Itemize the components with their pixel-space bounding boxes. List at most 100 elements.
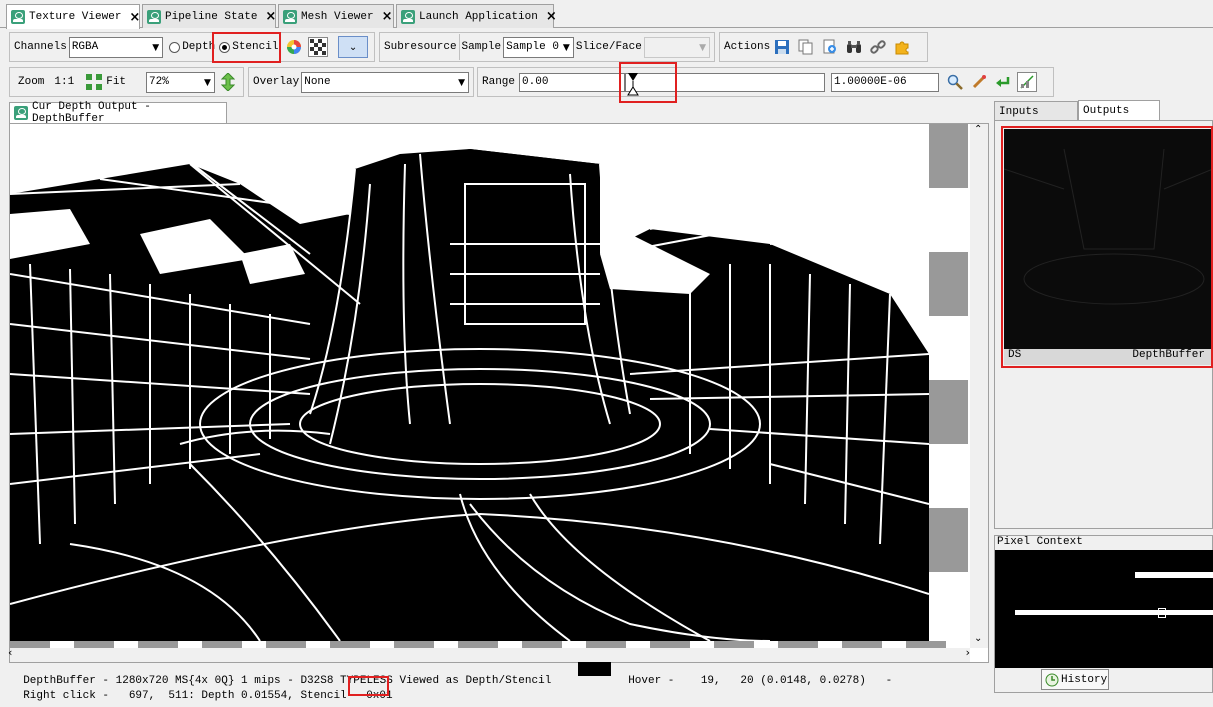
range-slider-highlight [619,62,677,103]
zoom-ratio-button[interactable]: 1:1 [54,76,74,88]
tab-label: Texture Viewer [29,11,122,23]
history-button[interactable]: History [1041,669,1109,690]
open-texture-icon[interactable] [820,37,840,57]
copy-icon[interactable] [796,37,816,57]
picked-pixel-text: Right click - 697, 511: Depth 0.01554, S… [23,690,347,702]
tab-outputs[interactable]: Outputs [1078,100,1160,121]
binoculars-icon[interactable] [844,37,864,57]
subresource-label: Subresource [384,41,457,53]
stencil-highlight [212,32,281,63]
texture-view-tab[interactable]: Cur Depth Output - DepthBuffer [9,101,227,125]
horizontal-scrollbar[interactable]: ‹ › [8,646,970,662]
tab-label: Mesh Viewer [301,10,374,23]
overlay-value: None [304,76,331,88]
puzzle-piece-icon[interactable] [892,37,912,57]
zoom-toolbar: Zoom 1:1 Fit 72% ▼ [9,67,244,97]
zoom-select[interactable]: 72% ▼ [146,71,215,93]
histogram-icon[interactable] [1017,72,1038,92]
scroll-down-icon[interactable]: ⌄ [974,633,982,644]
mesh-viewer-icon [283,9,297,24]
history-icon [1045,673,1059,687]
radio-unchecked-icon [169,41,181,53]
sample-select[interactable]: Sample 0 ▼ [503,36,574,58]
chevron-down-icon: ▼ [152,42,160,53]
chevron-down-icon: ▼ [562,42,570,53]
chevron-down-icon: ▼ [458,77,465,88]
hover-color-swatch [578,662,611,676]
separator [458,34,460,60]
zoom-range-icon[interactable] [945,72,965,92]
tab-texture-viewer[interactable]: Texture Viewer × [6,4,140,29]
pixel-context-stripe [1135,572,1213,578]
range-min-value: 0.00 [522,76,549,88]
scroll-up-icon[interactable]: ⌃ [974,124,982,135]
zoom-label: Zoom [18,76,45,88]
depth-radio[interactable]: Depth [169,41,215,53]
channels-label: Channels [14,41,67,53]
reset-range-icon[interactable] [993,72,1013,92]
pixel-context-stripe [1015,610,1213,615]
checkerboard-strip [10,641,970,648]
channels-toolbar: Channels RGBA ▼ Depth Stencil ⌄ [9,32,375,62]
tab-launch-application[interactable]: Launch Application × [396,4,557,28]
chevron-down-icon: ⌄ [348,41,358,53]
range-toolbar: Range 0.00 1.00000E-06 [477,67,1054,97]
stencil-value-highlight [348,676,389,696]
tab-inputs-label: Inputs [999,105,1039,118]
channels-select[interactable]: RGBA ▼ [68,36,164,58]
range-max-value: 1.00000E-06 [834,76,907,88]
close-icon[interactable]: × [546,9,557,24]
pipeline-state-icon [147,9,161,24]
chevron-down-icon: ▼ [699,42,706,53]
pixel-context-cursor [1158,608,1166,618]
flip-vertical-icon[interactable] [219,72,237,92]
overlay-label: Overlay [253,76,300,88]
range-max-input[interactable]: 1.00000E-06 [831,72,940,92]
tab-outputs-label: Outputs [1083,105,1130,117]
hover-info: Hover - 19, 20 (0.0148, 0.0278) - [615,663,892,687]
texture-viewer-icon [11,10,25,24]
tab-label: Pipeline State [165,10,258,23]
close-icon[interactable]: × [265,9,276,24]
subresource-toolbar: Subresource Sample Sample 0 ▼ Slice/Face… [379,32,715,62]
history-label: History [1061,673,1108,686]
checkerboard-icon[interactable] [308,37,329,57]
sample-label: Sample [461,41,502,53]
document-tab-strip: Texture Viewer × Pipeline State × Mesh V… [0,0,1213,29]
zoom-value: 72% [149,76,169,88]
texture-view-tab-label: Cur Depth Output - DepthBuffer [32,101,151,125]
auto-fit-icon[interactable] [969,72,989,92]
tab-inputs[interactable]: Inputs [994,101,1078,121]
save-icon[interactable] [772,37,792,57]
overlay-select[interactable]: None ▼ [301,71,469,93]
fit-icon [84,72,104,92]
range-min-input[interactable]: 0.00 [519,72,626,92]
pixel-context-title: Pixel Context [997,536,1083,548]
tab-label: Launch Application [419,10,538,23]
close-icon[interactable]: × [382,9,393,24]
slice-face-select[interactable]: ▼ [643,36,710,58]
scroll-right-icon[interactable]: › [966,646,970,659]
status-line-2: Right click - 697, 511: Depth 0.01554, S… [10,678,347,702]
chevron-down-icon: ▼ [204,77,211,88]
actions-toolbar: Actions [719,32,928,62]
fit-button[interactable]: Fit [84,72,126,92]
texture-viewer-icon [14,106,28,120]
hover-info-text: Hover - 19, 20 (0.0148, 0.0278) - [628,675,893,687]
tab-mesh-viewer[interactable]: Mesh Viewer × [278,4,394,28]
sample-value: Sample 0 [506,41,559,53]
link-icon[interactable] [868,37,888,57]
texture-image[interactable] [10,124,929,641]
overlay-toolbar: Overlay None ▼ [248,67,474,97]
view-options-button[interactable]: ⌄ [338,36,368,58]
output-thumbnail-highlight [1001,126,1213,368]
vertical-scrollbar[interactable]: ⌃ ⌄ [970,124,988,648]
fit-label: Fit [106,76,127,88]
close-icon[interactable]: × [129,10,140,25]
depth-label: Depth [182,41,216,53]
scroll-left-icon[interactable]: ‹ [8,646,12,659]
pixel-context-view[interactable] [995,550,1213,668]
color-wheel-icon[interactable] [284,37,304,57]
tab-pipeline-state[interactable]: Pipeline State × [142,4,276,28]
slice-face-label: Slice/Face [575,41,642,53]
